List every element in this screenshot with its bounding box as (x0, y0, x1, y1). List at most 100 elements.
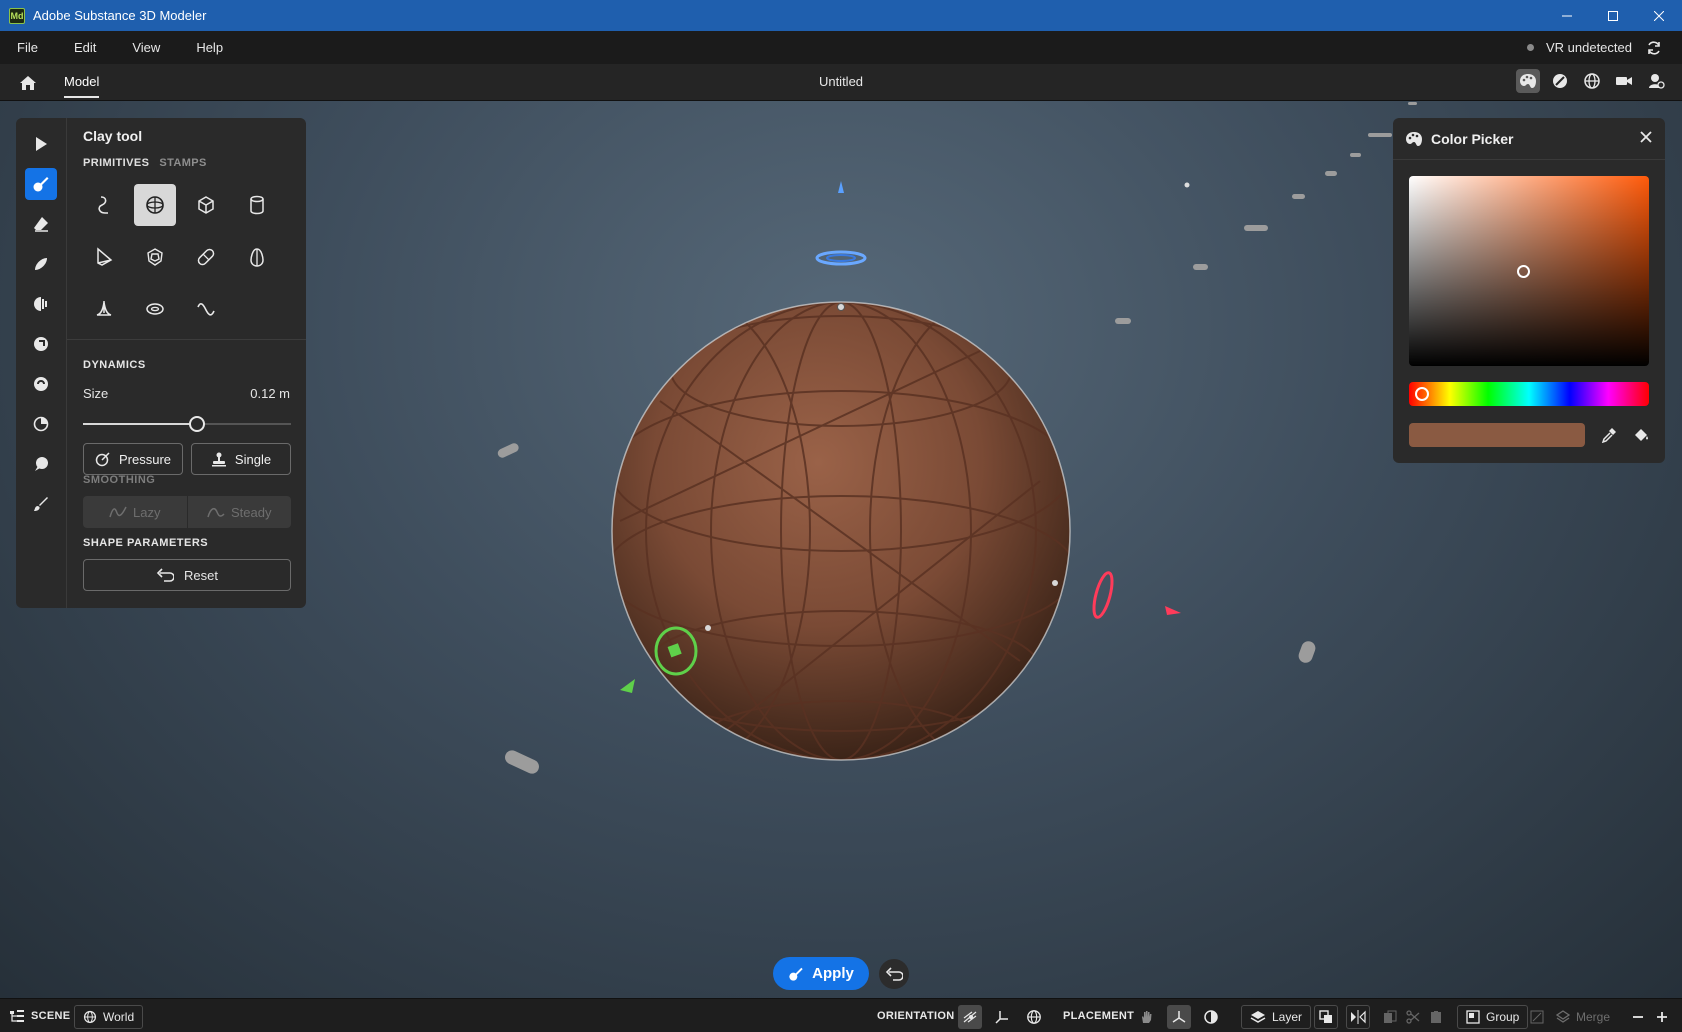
scene-toggle[interactable]: SCENE (9, 999, 70, 1032)
saturation-value-field[interactable] (1409, 176, 1649, 366)
export-button[interactable] (1644, 69, 1668, 93)
crease-icon (34, 377, 48, 391)
steady-button[interactable]: Steady (186, 496, 291, 528)
cylinder-icon (250, 195, 264, 215)
camera-button[interactable] (1612, 69, 1636, 93)
tab-model[interactable]: Model (64, 64, 100, 101)
orientation-world-button[interactable] (1022, 1005, 1046, 1029)
paste-button[interactable] (1424, 1005, 1448, 1029)
document-title: Untitled (818, 74, 864, 89)
menu-edit[interactable]: Edit (56, 40, 114, 55)
size-slider[interactable] (83, 416, 291, 432)
primitive-egg[interactable] (236, 236, 278, 278)
world-space-button[interactable]: World (74, 1005, 144, 1029)
close-icon[interactable] (1639, 130, 1653, 144)
clipboard-icon (1431, 1011, 1441, 1023)
primitive-cylinder[interactable] (236, 184, 278, 226)
title-bar: Md Adobe Substance 3D Modeler (0, 0, 1682, 31)
stamp-tool-button[interactable] (25, 448, 57, 480)
merge-label: Merge (1576, 1010, 1611, 1024)
reset-button[interactable]: Reset (83, 559, 291, 591)
material-mode-button[interactable] (1548, 69, 1572, 93)
vr-status-dot (1526, 44, 1534, 51)
saturation-value-cursor[interactable] (1517, 265, 1530, 278)
menu-help[interactable]: Help (178, 40, 241, 55)
axis-icon (995, 1011, 1008, 1024)
inflate-tool-button[interactable] (25, 328, 57, 360)
minimize-button[interactable] (1544, 0, 1590, 31)
tab-stamps[interactable]: STAMPS (159, 157, 206, 169)
orientation-surface-button[interactable] (958, 1005, 982, 1029)
refresh-icon[interactable] (1646, 40, 1662, 56)
primitive-curve[interactable] (83, 184, 125, 226)
fill-bucket-button[interactable] (1629, 423, 1653, 447)
copy-button[interactable] (1378, 1005, 1402, 1029)
hue-slider-handle[interactable] (1415, 387, 1429, 401)
undo-stroke-button[interactable] (879, 959, 909, 989)
capsule-icon (197, 248, 215, 266)
lazy-button[interactable]: Lazy (83, 496, 187, 528)
duplicate-button[interactable] (1314, 1005, 1338, 1029)
globe-icon (1584, 73, 1600, 89)
merge-button[interactable]: Merge (1550, 1005, 1616, 1029)
paintbrush-icon (34, 497, 48, 511)
maximize-button[interactable] (1590, 0, 1636, 31)
minus-icon (1633, 1016, 1643, 1018)
orientation-axis-button[interactable] (990, 1005, 1014, 1029)
hue-slider[interactable] (1409, 382, 1649, 406)
size-slider-fill (83, 423, 198, 425)
crease-tool-button[interactable] (25, 368, 57, 400)
cursor-arrow-icon (36, 137, 47, 151)
primitive-sphere[interactable] (134, 184, 176, 226)
pinch-tool-button[interactable] (25, 408, 57, 440)
tab-primitives[interactable]: PRIMITIVES (83, 157, 149, 169)
group-button[interactable]: Group (1457, 1005, 1529, 1029)
curve-icon (98, 196, 108, 214)
ungroup-button[interactable] (1525, 1005, 1549, 1029)
size-slider-handle[interactable] (189, 416, 206, 432)
home-icon[interactable] (18, 73, 38, 93)
environment-button[interactable] (1580, 69, 1604, 93)
globe-icon (83, 1010, 97, 1024)
mirror-button[interactable] (1346, 1005, 1370, 1029)
primitive-wedge[interactable] (83, 236, 125, 278)
cut-button[interactable] (1401, 1005, 1425, 1029)
window-controls (1544, 0, 1682, 31)
zoom-out-button[interactable] (1626, 1005, 1650, 1029)
share-user-icon (1649, 74, 1665, 89)
pressure-button[interactable]: Pressure (83, 443, 183, 475)
smooth-tool-button[interactable] (25, 248, 57, 280)
primitive-cube[interactable] (185, 184, 227, 226)
single-button[interactable]: Single (191, 443, 291, 475)
apply-button[interactable]: Apply (773, 957, 869, 990)
zoom-in-button[interactable] (1650, 1005, 1674, 1029)
primitive-wave[interactable] (185, 288, 227, 330)
paint-mode-button[interactable] (1516, 69, 1540, 93)
placement-axis-button[interactable] (1167, 1005, 1191, 1029)
menu-view[interactable]: View (114, 40, 178, 55)
erase-tool-button[interactable] (25, 208, 57, 240)
layer-button[interactable]: Layer (1241, 1005, 1312, 1029)
eyedropper-button[interactable] (1597, 423, 1621, 447)
primitive-torus[interactable] (134, 288, 176, 330)
mirror-icon (1351, 1010, 1366, 1024)
current-color-swatch[interactable] (1409, 423, 1585, 447)
close-window-button[interactable] (1636, 0, 1682, 31)
placement-surface-button[interactable] (1199, 1005, 1223, 1029)
select-tool-button[interactable] (25, 128, 57, 160)
move-tool-button[interactable] (25, 288, 57, 320)
primitive-dodecahedron[interactable] (134, 236, 176, 278)
primitive-cone[interactable] (83, 288, 125, 330)
paint-tool-button[interactable] (25, 488, 57, 520)
vr-status: VR undetected (1526, 31, 1662, 64)
hand-icon (1142, 1011, 1152, 1023)
layers-icon (1250, 1011, 1266, 1023)
egg-icon (250, 248, 264, 267)
clay-sphere[interactable] (590, 301, 1090, 781)
primitive-tabs: PRIMITIVES STAMPS (83, 157, 207, 169)
placement-hand-button[interactable] (1135, 1005, 1159, 1029)
primitive-capsule[interactable] (185, 236, 227, 278)
menu-file[interactable]: File (0, 40, 56, 55)
clay-tool-button[interactable] (25, 168, 57, 200)
vr-status-text: VR undetected (1545, 40, 1632, 55)
